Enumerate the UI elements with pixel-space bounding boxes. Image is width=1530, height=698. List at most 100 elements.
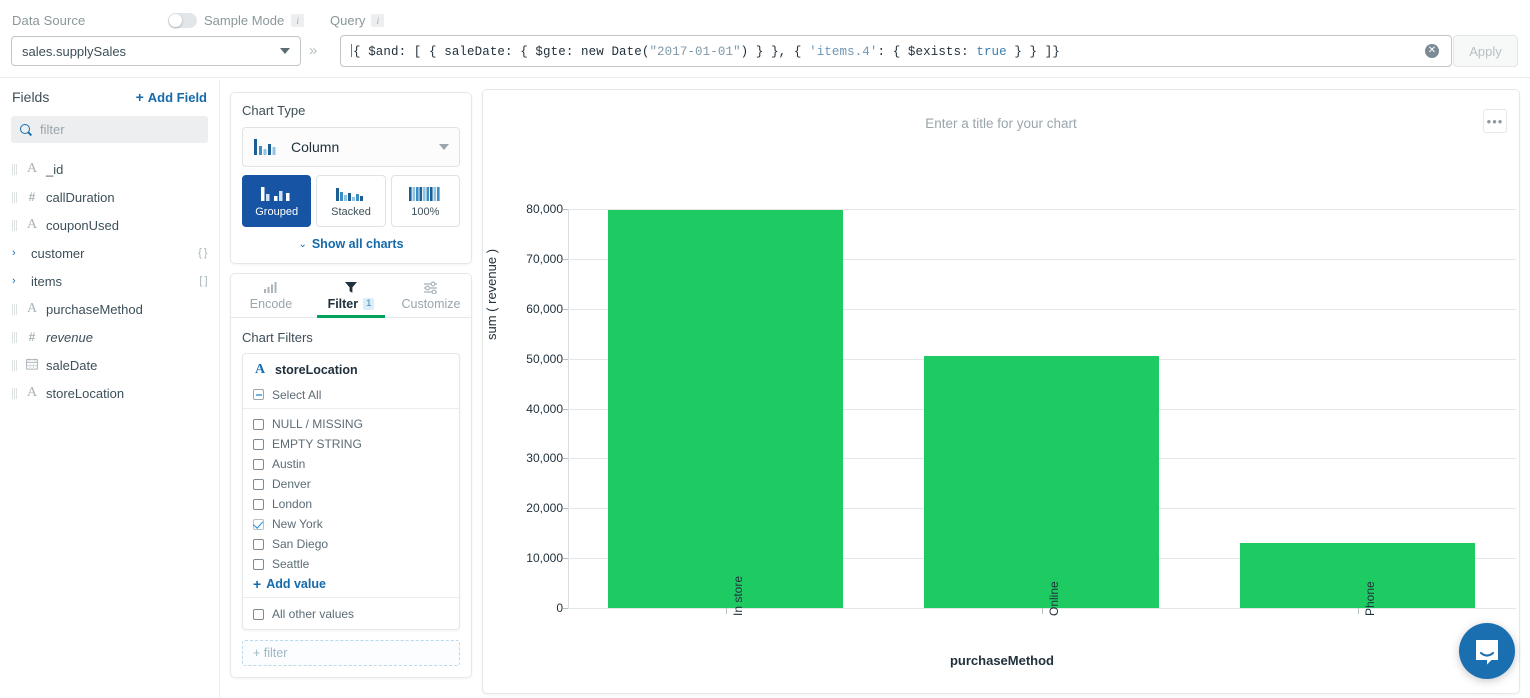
filter-value-label: Austin: [272, 457, 305, 471]
filter-value-row[interactable]: NULL / MISSING: [243, 414, 459, 434]
tab-customize-label: Customize: [401, 297, 460, 311]
add-field-button[interactable]: + Add Field: [136, 90, 207, 105]
filter-value-checkbox[interactable]: [253, 459, 264, 470]
chart-variant-grouped[interactable]: Grouped: [242, 175, 311, 227]
drag-handle-icon[interactable]: [12, 220, 18, 231]
add-filter-dropzone-label: + filter: [253, 646, 287, 660]
select-all-checkbox[interactable]: [253, 389, 264, 400]
expand-chevron-icon[interactable]: ›: [12, 275, 24, 287]
tab-customize[interactable]: Customize: [391, 274, 471, 317]
query-input[interactable]: { $and: [ { saleDate: { $gte: new Date("…: [340, 35, 1452, 67]
bar-online[interactable]: [924, 356, 1159, 608]
chart-type-value: Column: [291, 139, 339, 155]
field-row-storelocation[interactable]: AstoreLocation: [0, 379, 219, 407]
chart-config-column: Chart Type Column: [230, 92, 472, 678]
funnel-icon: [344, 281, 358, 294]
chart-variant-stacked[interactable]: Stacked: [316, 175, 385, 227]
drag-handle-icon[interactable]: [12, 304, 18, 315]
info-icon-sample-mode[interactable]: i: [291, 14, 304, 27]
data-source-select[interactable]: sales.supplySales: [11, 36, 301, 66]
apply-button[interactable]: Apply: [1453, 35, 1518, 67]
filter-value-label: Seattle: [272, 557, 309, 571]
fields-sidebar: Fields + Add Field filter A_id#callDurat…: [0, 80, 220, 698]
show-all-charts-button[interactable]: ⌄ Show all charts: [242, 237, 460, 251]
fields-title: Fields: [12, 89, 49, 105]
field-name: revenue: [46, 330, 93, 345]
all-other-values-row[interactable]: All other values: [243, 604, 459, 624]
y-axis-tickmark: [563, 608, 568, 609]
filter-value-row[interactable]: London: [243, 494, 459, 514]
filter-value-row[interactable]: Austin: [243, 454, 459, 474]
x-axis-tickmark: [726, 608, 727, 614]
fields-header: Fields + Add Field: [0, 80, 219, 114]
fields-filter-input[interactable]: filter: [11, 116, 208, 143]
filter-value-checkbox[interactable]: [253, 479, 264, 490]
chevron-down-icon: [280, 48, 290, 54]
chat-launcher-button[interactable]: [1459, 623, 1515, 679]
expand-panel-icon[interactable]: »: [309, 43, 317, 58]
filter-value-checkbox[interactable]: [253, 539, 264, 550]
sample-mode-label: Sample Mode: [204, 13, 284, 28]
drag-handle-icon[interactable]: [12, 192, 18, 203]
filter-value-row[interactable]: Denver: [243, 474, 459, 494]
drag-handle-icon[interactable]: [12, 388, 18, 399]
bar-phone[interactable]: [1240, 543, 1475, 608]
query-part-7: } } ]}: [1007, 45, 1060, 59]
filter-value-label: San Diego: [272, 537, 328, 551]
chart-type-select[interactable]: Column: [242, 127, 460, 167]
add-value-button[interactable]: + Add value: [243, 574, 459, 597]
field-row-saledate[interactable]: saleDate: [0, 351, 219, 379]
field-row-couponused[interactable]: AcouponUsed: [0, 211, 219, 239]
y-axis-tickmark: [563, 508, 568, 509]
add-filter-dropzone[interactable]: + filter: [242, 640, 460, 666]
chart-variant-100pct[interactable]: 100%: [391, 175, 460, 227]
filter-value-row[interactable]: New York: [243, 514, 459, 534]
field-row-purchasemethod[interactable]: ApurchaseMethod: [0, 295, 219, 323]
y-axis-tickmark: [563, 409, 568, 410]
filter-value-checkbox[interactable]: [253, 559, 264, 570]
field-type-icon: A: [25, 301, 39, 317]
query-part-5: : { $exists:: [878, 45, 977, 59]
field-row-items[interactable]: ›items[ ]: [0, 267, 219, 295]
field-type-icon: #: [25, 330, 39, 344]
chat-bubble-icon: [1472, 636, 1502, 666]
filter-value-checkbox[interactable]: [253, 519, 264, 530]
field-type-brace: [ ]: [199, 275, 207, 287]
bar-in-store[interactable]: [608, 210, 843, 608]
expand-chevron-icon[interactable]: ›: [12, 247, 24, 259]
y-axis-tickmark: [563, 458, 568, 459]
drag-handle-icon[interactable]: [12, 332, 18, 343]
field-row-customer[interactable]: ›customer{ }: [0, 239, 219, 267]
sample-mode-toggle[interactable]: [168, 13, 197, 28]
y-axis-tick-label: 30,000: [503, 451, 563, 465]
filter-value-checkbox[interactable]: [253, 499, 264, 510]
filter-field-header[interactable]: A storeLocation: [243, 354, 459, 384]
chart-panel: Enter a title for your chart ••• sum ( r…: [482, 89, 1520, 694]
drag-handle-icon[interactable]: [12, 164, 18, 175]
bar-chart-icon: [263, 281, 279, 294]
tab-filter-badge: 1: [363, 298, 374, 310]
field-type-icon: A: [25, 161, 39, 177]
field-row-revenue[interactable]: # revenue: [0, 323, 219, 351]
x-axis-tickmark: [1358, 608, 1359, 614]
all-other-values-checkbox[interactable]: [253, 609, 264, 620]
add-field-label: Add Field: [148, 90, 207, 105]
data-source-value: sales.supplySales: [22, 44, 126, 59]
plus-icon: +: [136, 90, 144, 104]
filter-value-row[interactable]: Seattle: [243, 554, 459, 574]
tab-filter[interactable]: Filter 1: [311, 274, 391, 317]
filter-value-row[interactable]: San Diego: [243, 534, 459, 554]
stacked-bars-icon: [331, 184, 371, 204]
select-all-row[interactable]: Select All: [243, 384, 459, 409]
filter-value-checkbox[interactable]: [253, 439, 264, 450]
y-axis-tick-label: 40,000: [503, 402, 563, 416]
drag-handle-icon[interactable]: [12, 360, 18, 371]
clear-query-icon[interactable]: ✕: [1425, 44, 1439, 58]
filter-value-checkbox[interactable]: [253, 419, 264, 430]
field-name: customer: [31, 246, 84, 261]
field-row-_id[interactable]: A_id: [0, 155, 219, 183]
filter-value-row[interactable]: EMPTY STRING: [243, 434, 459, 454]
tab-encode[interactable]: Encode: [231, 274, 311, 317]
info-icon-query[interactable]: i: [371, 14, 384, 27]
field-row-callduration[interactable]: #callDuration: [0, 183, 219, 211]
